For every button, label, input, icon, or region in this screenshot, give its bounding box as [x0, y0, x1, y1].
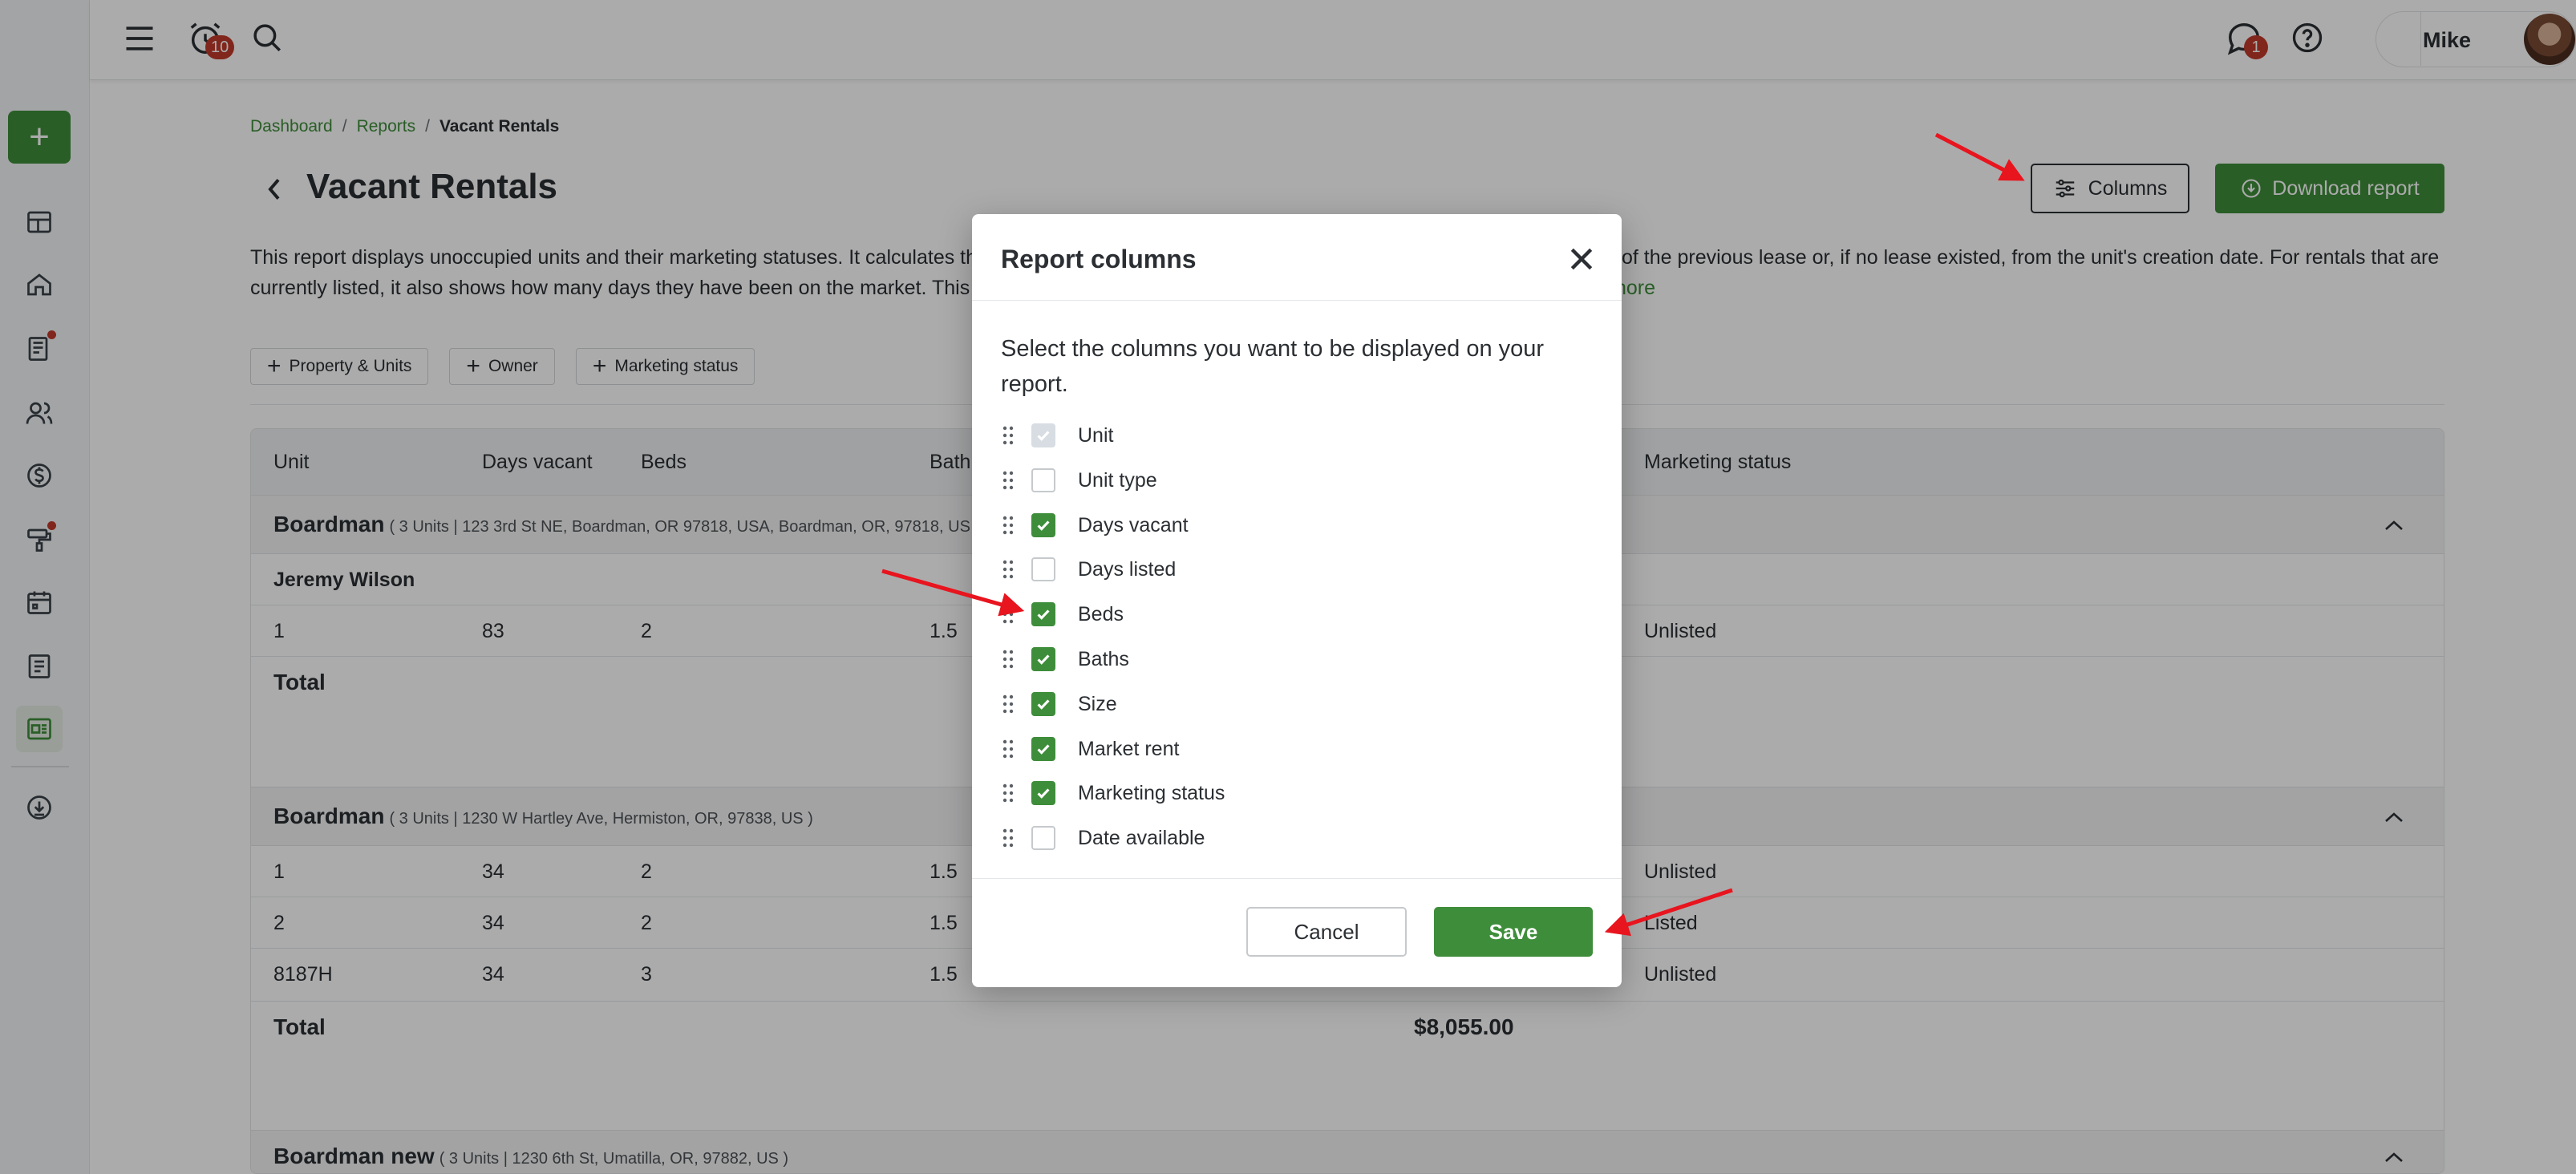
option-label: Beds [1078, 602, 1124, 625]
column-option-days-vacant[interactable]: Days vacant [1001, 509, 1189, 541]
check-icon [1037, 788, 1050, 799]
drag-handle-icon[interactable] [1001, 559, 1015, 580]
option-label: Marketing status [1078, 781, 1225, 804]
column-option-baths[interactable]: Baths [1001, 643, 1129, 675]
column-option-marketing-status[interactable]: Marketing status [1001, 777, 1225, 809]
option-label: Days listed [1078, 557, 1177, 581]
drag-handle-icon[interactable] [1001, 470, 1015, 491]
option-label: Date available [1078, 826, 1205, 849]
drag-handle-icon[interactable] [1001, 828, 1015, 848]
divider [972, 878, 1622, 879]
option-label: Days vacant [1078, 513, 1189, 536]
option-label: Unit [1078, 423, 1114, 447]
option-label: Market rent [1078, 737, 1180, 760]
check-icon [1037, 431, 1050, 441]
checkbox [1031, 423, 1055, 447]
option-label: Size [1078, 692, 1117, 715]
column-option-unit-type[interactable]: Unit type [1001, 464, 1157, 496]
check-icon [1037, 609, 1050, 620]
checkbox[interactable] [1031, 826, 1055, 850]
column-option-size[interactable]: Size [1001, 688, 1117, 720]
checkbox[interactable] [1031, 468, 1055, 492]
checkbox[interactable] [1031, 781, 1055, 805]
drag-handle-icon[interactable] [1001, 604, 1015, 625]
check-icon [1037, 744, 1050, 755]
divider [972, 300, 1622, 301]
column-option-beds[interactable]: Beds [1001, 598, 1124, 630]
cancel-button[interactable]: Cancel [1246, 907, 1407, 957]
check-icon [1037, 654, 1050, 665]
drag-handle-icon[interactable] [1001, 649, 1015, 670]
close-icon[interactable] [1565, 243, 1598, 275]
drag-handle-icon[interactable] [1001, 515, 1015, 536]
column-option-market-rent[interactable]: Market rent [1001, 733, 1179, 765]
checkbox[interactable] [1031, 647, 1055, 671]
checkbox[interactable] [1031, 602, 1055, 626]
column-option-date-available[interactable]: Date available [1001, 822, 1205, 854]
drag-handle-icon[interactable] [1001, 739, 1015, 759]
dialog-instructions: Select the columns you want to be displa… [1001, 336, 1545, 397]
checkbox[interactable] [1031, 513, 1055, 537]
save-button[interactable]: Save [1434, 907, 1593, 957]
column-option-days-listed[interactable]: Days listed [1001, 553, 1176, 585]
checkbox[interactable] [1031, 692, 1055, 716]
drag-handle-icon[interactable] [1001, 783, 1015, 804]
checkbox[interactable] [1031, 557, 1055, 581]
check-icon [1037, 520, 1050, 531]
report-columns-dialog: Report columns Select the columns you wa… [972, 214, 1622, 987]
option-label: Baths [1078, 647, 1129, 670]
column-option-unit[interactable]: Unit [1001, 419, 1113, 451]
option-label: Unit type [1078, 468, 1157, 492]
drag-handle-icon[interactable] [1001, 425, 1015, 446]
checkbox[interactable] [1031, 737, 1055, 761]
check-icon [1037, 699, 1050, 710]
drag-handle-icon[interactable] [1001, 694, 1015, 715]
dialog-title: Report columns [1001, 245, 1197, 273]
